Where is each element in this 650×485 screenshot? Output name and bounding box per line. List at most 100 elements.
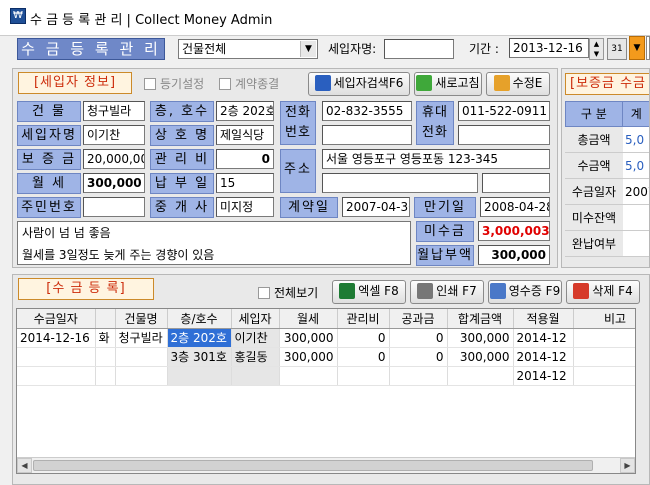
date-from-input[interactable]: 2013-12-16 xyxy=(509,38,589,58)
tenant-field[interactable]: 이기찬 xyxy=(83,125,145,145)
grid-header-row: 수금일자 건물명 층/호수 세입자 월세 관리비 공과금 합계금액 적용월 비고 xyxy=(17,309,635,329)
grid-cell[interactable] xyxy=(95,347,116,367)
table-row[interactable]: 2014-12-16 화 청구빌라 2층 202호 이기찬 300,000 0 … xyxy=(17,328,635,348)
grid-cell[interactable]: 300,000 xyxy=(279,347,338,367)
grid-cell[interactable]: 화 xyxy=(95,328,116,348)
edit-button[interactable]: 수정E xyxy=(486,72,550,96)
grid-header[interactable]: 적용월 xyxy=(513,309,574,329)
grid-horizontal-scrollbar[interactable]: ◀ ▶ xyxy=(17,457,635,473)
grid-cell[interactable] xyxy=(115,366,168,386)
phone-field[interactable]: 02-832-3555 xyxy=(322,101,412,121)
rent-field[interactable]: 300,000 xyxy=(83,173,145,193)
address-field-2[interactable] xyxy=(322,173,478,193)
date-to-input[interactable] xyxy=(646,36,650,60)
monthly-payment-field[interactable]: 300,000 xyxy=(478,245,550,265)
grid-cell[interactable]: 0 xyxy=(337,328,390,348)
grid-header[interactable]: 수금일자 xyxy=(17,309,96,329)
table-row[interactable]: 3층 301호 홍길동 300,000 0 0 300,000 2014-12 xyxy=(17,347,635,367)
scroll-thumb[interactable] xyxy=(33,460,593,471)
calendar-icon[interactable]: 31 xyxy=(607,38,627,60)
scroll-right-icon[interactable]: ▶ xyxy=(620,458,635,473)
print-button[interactable]: 인쇄 F7 xyxy=(410,280,484,304)
date-spinner[interactable]: ▲ ▼ xyxy=(589,38,604,60)
tenant-search-button[interactable]: 세입자검색F6 xyxy=(308,72,410,96)
grid-cell[interactable] xyxy=(115,347,168,367)
grid-cell[interactable] xyxy=(389,366,448,386)
shop-field[interactable]: 제일식당 xyxy=(216,125,274,145)
broker-field[interactable]: 미지정 xyxy=(216,197,274,217)
grid-cell[interactable] xyxy=(231,366,280,386)
contract-end-checkbox[interactable]: 계약종결 xyxy=(219,76,279,92)
payday-field[interactable]: 15 xyxy=(216,173,274,193)
rent-label: 월 세 xyxy=(17,173,81,194)
grid-cell[interactable] xyxy=(573,328,635,348)
building-field[interactable]: 청구빌라 xyxy=(83,101,145,121)
grid-cell[interactable]: 0 xyxy=(389,347,448,367)
grid-cell[interactable]: 300,000 xyxy=(447,347,514,367)
memo-field[interactable]: 사람이 넘 넘 좋음 월세를 3일정도 늦게 주는 경향이 있음 xyxy=(17,221,411,265)
contract-date-label: 계약일 xyxy=(280,197,338,218)
deposit-row-label: 미수잔액 xyxy=(565,205,623,230)
payday-label: 납 부 일 xyxy=(150,173,214,194)
grid-cell[interactable] xyxy=(17,347,96,367)
grid-cell[interactable]: 2014-12 xyxy=(513,347,574,367)
grid-cell[interactable]: 2층 202호 xyxy=(167,328,232,348)
scroll-left-icon[interactable]: ◀ xyxy=(17,458,32,473)
dropdown-arrow-icon[interactable]: ▼ xyxy=(629,36,645,60)
grid-header[interactable]: 세입자 xyxy=(231,309,280,329)
expire-date-field[interactable]: 2008-04-28 xyxy=(480,197,550,217)
grid-cell[interactable] xyxy=(573,347,635,367)
grid-cell[interactable]: 2014-12 xyxy=(513,366,574,386)
resident-number-field[interactable] xyxy=(83,197,145,217)
contract-date-field[interactable]: 2007-04-30 xyxy=(342,197,410,217)
grid-cell[interactable]: 3층 301호 xyxy=(167,347,232,367)
refresh-button[interactable]: 새로고침 xyxy=(414,72,482,96)
register-checkbox[interactable]: 등기설정 xyxy=(144,76,204,92)
mobile-field-2[interactable] xyxy=(458,125,550,145)
grid-header[interactable] xyxy=(95,309,116,329)
grid-cell[interactable]: 0 xyxy=(389,328,448,348)
grid-cell[interactable]: 2014-12 xyxy=(513,328,574,348)
grid-cell[interactable]: 300,000 xyxy=(447,328,514,348)
view-all-checkbox[interactable]: 전체보기 xyxy=(258,285,318,301)
tenant-label: 세입자명 xyxy=(17,125,81,146)
grid-cell[interactable]: 이기찬 xyxy=(231,328,280,348)
address-field[interactable]: 서울 영등포구 영등포동 123-345 xyxy=(322,149,550,169)
tenant-name-input[interactable] xyxy=(384,39,454,59)
delete-button[interactable]: 삭제 F4 xyxy=(566,280,640,304)
excel-button[interactable]: 엑셀 F8 xyxy=(332,280,406,304)
grid-cell[interactable] xyxy=(337,366,390,386)
building-select[interactable]: 건물전체 ▼ xyxy=(178,39,318,59)
grid-header[interactable]: 합계금액 xyxy=(447,309,514,329)
collect-grid[interactable]: 수금일자 건물명 층/호수 세입자 월세 관리비 공과금 합계금액 적용월 비고… xyxy=(16,308,636,474)
phone-field-2[interactable] xyxy=(322,125,412,145)
floor-field[interactable]: 2층 202호 xyxy=(216,101,274,121)
grid-header[interactable]: 비고 xyxy=(573,309,635,329)
grid-header[interactable]: 건물명 xyxy=(115,309,168,329)
edit-icon xyxy=(493,75,510,91)
grid-header[interactable]: 월세 xyxy=(279,309,338,329)
grid-cell[interactable] xyxy=(17,366,96,386)
grid-cell[interactable]: 0 xyxy=(337,347,390,367)
address-field-3[interactable] xyxy=(482,173,550,193)
grid-cell[interactable] xyxy=(279,366,338,386)
grid-cell[interactable] xyxy=(167,366,232,386)
grid-cell[interactable]: 300,000 xyxy=(279,328,338,348)
mgmt-field[interactable]: 0 xyxy=(216,149,274,169)
grid-cell[interactable] xyxy=(573,366,635,386)
grid-header[interactable]: 공과금 xyxy=(389,309,448,329)
expire-date-label: 만기일 xyxy=(414,197,476,218)
deposit-field[interactable]: 20,000,000 xyxy=(83,149,145,169)
grid-cell[interactable] xyxy=(447,366,514,386)
grid-cell[interactable]: 2014-12-16 xyxy=(17,328,96,348)
grid-cell[interactable] xyxy=(95,366,116,386)
grid-header[interactable]: 관리비 xyxy=(337,309,390,329)
receipt-button[interactable]: 영수증 F9 xyxy=(488,280,562,304)
grid-cell[interactable]: 청구빌라 xyxy=(115,328,168,348)
unpaid-field[interactable]: 3,000,003 xyxy=(478,221,550,241)
table-row[interactable]: 2014-12 xyxy=(17,366,635,386)
mobile-field[interactable]: 011-522-0911 xyxy=(458,101,550,121)
grid-header[interactable]: 층/호수 xyxy=(167,309,232,329)
chevron-down-icon[interactable]: ▼ xyxy=(300,41,316,57)
grid-cell[interactable]: 홍길동 xyxy=(231,347,280,367)
